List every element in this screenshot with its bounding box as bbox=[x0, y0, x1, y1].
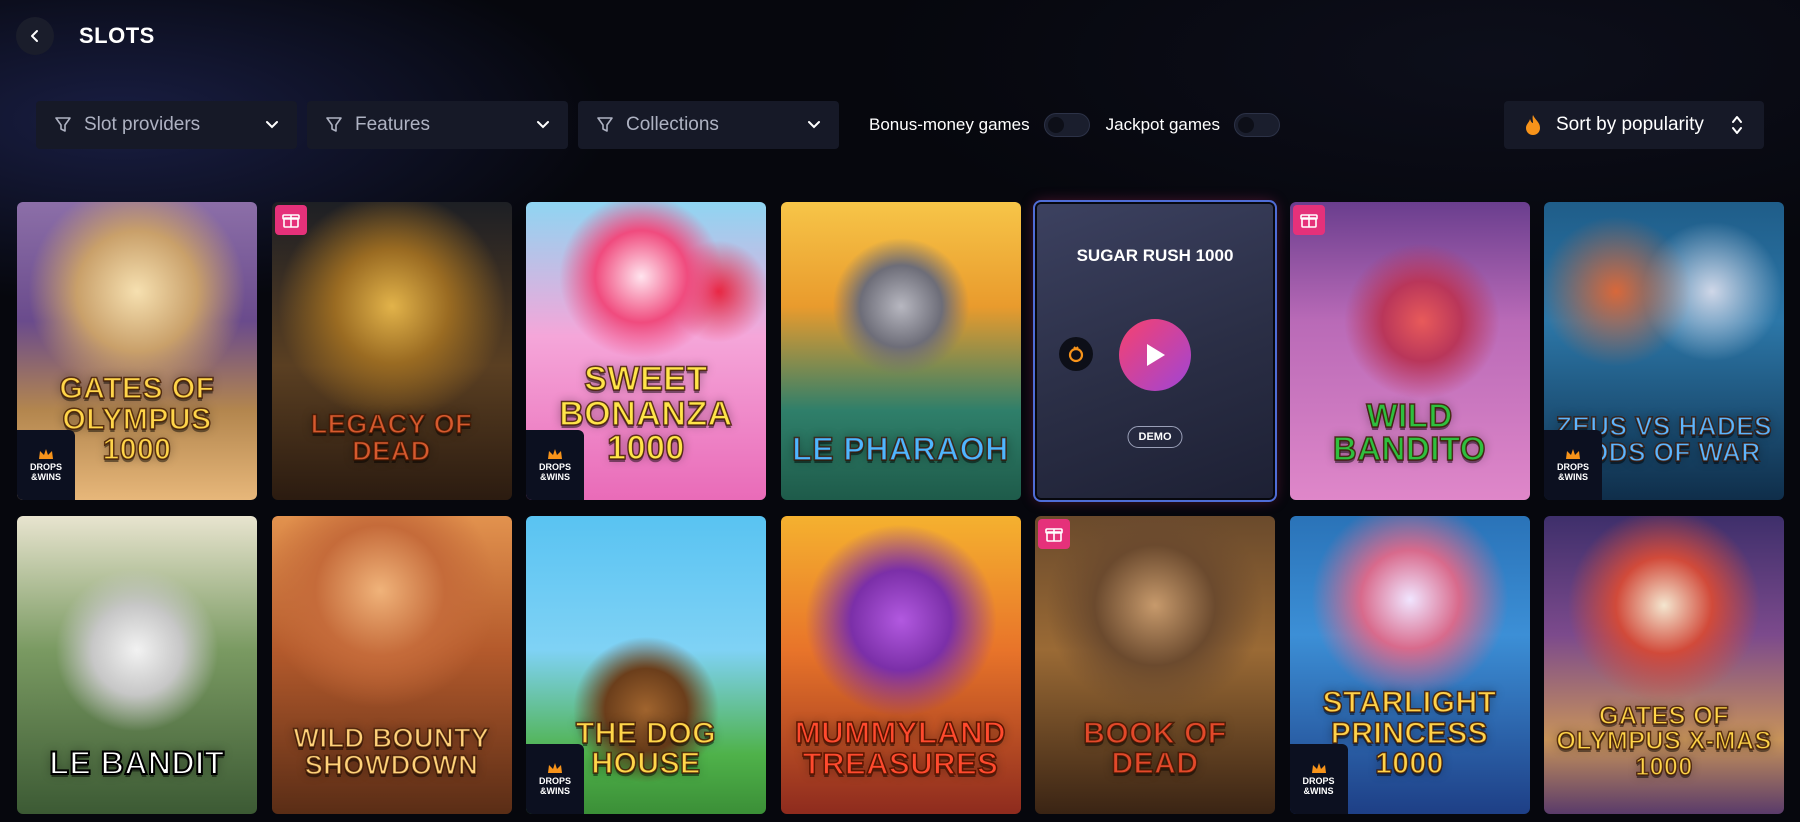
games-grid: Gates of Olympus 1000 DROPS &WINS Legacy… bbox=[17, 202, 1784, 814]
crown-icon bbox=[1566, 449, 1580, 460]
dropdown-label: Slot providers bbox=[84, 114, 201, 135]
slot-providers-dropdown[interactable]: Slot providers bbox=[36, 101, 297, 149]
game-tile-gates-of-olympus-xmas-1000[interactable]: Gates of Olympus X-mas 1000 bbox=[1544, 516, 1784, 814]
gift-badge bbox=[274, 205, 307, 235]
game-tile-wild-bounty-showdown[interactable]: Wild Bounty Showdown bbox=[271, 516, 512, 814]
demo-button[interactable]: DEMO bbox=[1127, 426, 1183, 448]
game-tile-mummyland-treasures[interactable]: Mummyland Treasures bbox=[780, 516, 1021, 814]
filter-icon bbox=[55, 117, 71, 132]
chevron-down-icon bbox=[808, 121, 820, 129]
back-button[interactable] bbox=[16, 17, 54, 55]
favorite-icon bbox=[1068, 346, 1084, 363]
drops-and-wins-badge: DROPS &WINS bbox=[526, 744, 584, 814]
game-tile-wild-bandito[interactable]: Wild Bandito bbox=[1289, 202, 1530, 500]
game-tile-legacy-of-dead[interactable]: Legacy of Dead bbox=[271, 202, 512, 500]
game-tile-starlight-princess-1000[interactable]: Starlight Princess 1000 DROPS &WINS bbox=[1289, 516, 1530, 814]
game-tile-le-bandit[interactable]: Le Bandit bbox=[17, 516, 257, 814]
gift-badge bbox=[1292, 205, 1325, 235]
game-title: Mummyland Treasures bbox=[794, 714, 1007, 782]
crown-icon bbox=[39, 449, 53, 460]
drops-and-wins-badge: DROPS &WINS bbox=[17, 430, 75, 500]
gift-icon bbox=[1299, 214, 1318, 228]
drops-and-wins-badge: DROPS &WINS bbox=[526, 430, 584, 500]
game-title: SUGAR RUSH 1000 bbox=[1076, 246, 1234, 265]
game-tile-the-dog-house[interactable]: The Dog House DROPS &WINS bbox=[526, 516, 766, 814]
game-title: Gates of Olympus X-mas 1000 bbox=[1556, 701, 1772, 781]
features-dropdown[interactable]: Features bbox=[307, 101, 568, 149]
drops-and-wins-badge: DROPS &WINS bbox=[1544, 430, 1602, 500]
game-tile-sugar-rush-1000[interactable]: SUGAR RUSH 1000 DEMO bbox=[1035, 202, 1275, 500]
chevron-down-icon bbox=[537, 121, 549, 129]
play-icon bbox=[1147, 344, 1165, 366]
game-title: Le Bandit bbox=[48, 745, 225, 782]
crown-icon bbox=[548, 449, 562, 460]
gift-badge bbox=[1038, 519, 1070, 549]
game-title: Le Pharaoh bbox=[791, 431, 1009, 468]
filter-bar: Slot providers Features Collections Bonu… bbox=[36, 101, 1764, 149]
sort-label: Sort by popularity bbox=[1556, 114, 1704, 135]
dropdown-label: Collections bbox=[626, 114, 719, 135]
game-title: Wild Bandito bbox=[1332, 396, 1487, 468]
toggle-label: Bonus-money games bbox=[869, 115, 1030, 134]
chevron-left-icon bbox=[31, 30, 38, 42]
flame-icon bbox=[1526, 115, 1540, 135]
filter-icon bbox=[326, 117, 342, 132]
gift-icon bbox=[1045, 528, 1063, 542]
slots-page: SLOTS Slot providers Features Collection… bbox=[0, 0, 1800, 822]
favorite-button[interactable] bbox=[1059, 337, 1093, 371]
crown-icon bbox=[1311, 763, 1326, 774]
game-title: Legacy of Dead bbox=[310, 408, 473, 467]
game-title: Wild Bounty Showdown bbox=[293, 722, 490, 781]
collections-dropdown[interactable]: Collections bbox=[578, 101, 839, 149]
dropdown-label: Features bbox=[355, 114, 430, 135]
game-tile-book-of-dead[interactable]: Book of Dead bbox=[1035, 516, 1275, 814]
filter-icon bbox=[597, 117, 613, 132]
sort-arrows-icon bbox=[1732, 116, 1742, 134]
game-tile-le-pharaoh[interactable]: Le Pharaoh bbox=[780, 202, 1021, 500]
crown-icon bbox=[548, 763, 562, 774]
jackpot-toggle[interactable] bbox=[1233, 113, 1280, 137]
game-tile-zeus-vs-hades[interactable]: Zeus vs Hades Gods of War DROPS &WINS bbox=[1544, 202, 1784, 500]
sort-dropdown[interactable]: Sort by popularity bbox=[1504, 101, 1764, 149]
page-title: SLOTS bbox=[79, 23, 155, 48]
toggle-label: Jackpot games bbox=[1105, 115, 1220, 134]
page-header: SLOTS bbox=[16, 16, 155, 56]
game-tile-gates-of-olympus-1000[interactable]: Gates of Olympus 1000 DROPS &WINS bbox=[17, 202, 257, 500]
chevron-down-icon bbox=[266, 121, 278, 129]
game-tile-sweet-bonanza-1000[interactable]: Sweet Bonanza 1000 DROPS &WINS bbox=[526, 202, 766, 500]
gift-icon bbox=[281, 214, 300, 228]
bonus-money-toggle[interactable] bbox=[1043, 113, 1090, 137]
game-title: Book of Dead bbox=[1083, 716, 1228, 781]
drops-and-wins-badge: DROPS &WINS bbox=[1289, 744, 1348, 814]
play-button[interactable] bbox=[1119, 319, 1191, 391]
bonus-money-filter: Bonus-money games Jackpot games bbox=[869, 113, 1296, 137]
